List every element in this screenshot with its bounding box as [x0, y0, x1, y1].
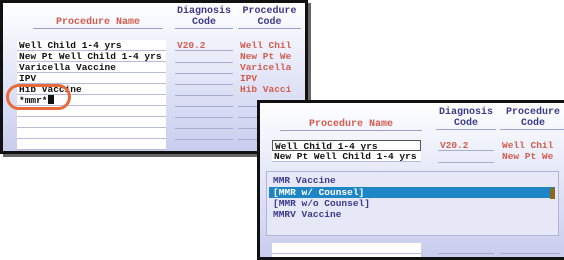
- procedure-name-field[interactable]: [17, 139, 166, 150]
- procedure-code-field[interactable]: Varicella: [238, 62, 304, 73]
- procedure-code-field[interactable]: IPV: [238, 73, 304, 84]
- autocomplete-list: MMR Vaccine [MMR w/ Counsel] [MMR w/o Co…: [266, 171, 559, 236]
- diagnosis-code-header: Diagnosis Code: [436, 107, 496, 130]
- procedure-code-field[interactable]: Well Chil: [238, 40, 304, 51]
- diagnosis-code-field[interactable]: [438, 162, 494, 163]
- scrollbar-thumb[interactable]: [550, 188, 555, 199]
- procedure-name-header: Procedure Name: [33, 17, 163, 29]
- list-item-mmrv-vaccine[interactable]: MMRV Vaccine: [273, 209, 341, 220]
- procedure-code-field[interactable]: New Pt We: [500, 151, 564, 162]
- procedure-code-header: Procedure Code: [500, 107, 564, 130]
- diagnosis-code-header: Diagnosis Code: [175, 6, 233, 29]
- list-item-mmr-vaccine[interactable]: MMR Vaccine: [273, 175, 336, 186]
- procedure-lookup-panel: Procedure Name Diagnosis Code Procedure …: [257, 100, 564, 260]
- procedure-name-field[interactable]: Well Child 1-4 yrs: [272, 140, 421, 151]
- procedure-name-header: Procedure Name: [280, 119, 422, 131]
- highlight-oval: [6, 84, 71, 110]
- procedure-name-field[interactable]: Varicella Vaccine: [17, 62, 166, 73]
- procedure-name-field[interactable]: [272, 254, 421, 257]
- diagnosis-code-field[interactable]: V20.2: [175, 40, 233, 51]
- diagnosis-code-field[interactable]: [175, 73, 233, 74]
- procedure-code-field[interactable]: New Pt We: [238, 51, 304, 62]
- procedure-code-field[interactable]: Hib Vacci: [238, 84, 304, 95]
- procedure-code-header: Procedure Code: [238, 6, 301, 29]
- procedure-name-field[interactable]: [272, 243, 421, 254]
- diagnosis-code-field[interactable]: [175, 128, 233, 129]
- diagnosis-code-field[interactable]: [175, 62, 233, 63]
- list-item-mmr-wo-counsel[interactable]: [MMR w/o Counsel]: [273, 198, 370, 209]
- diagnosis-code-field[interactable]: [175, 95, 233, 96]
- diagnosis-code-field[interactable]: [175, 84, 233, 85]
- diagnosis-code-field[interactable]: [175, 139, 233, 140]
- diagnosis-code-field[interactable]: [438, 253, 494, 254]
- diagnosis-code-field[interactable]: [175, 106, 233, 107]
- diagnosis-code-field[interactable]: [175, 117, 233, 118]
- list-item-mmr-w-counsel[interactable]: [MMR w/ Counsel]: [269, 187, 555, 198]
- procedure-name-field[interactable]: [17, 117, 166, 128]
- procedure-code-field[interactable]: Well Chil: [500, 140, 564, 151]
- procedure-name-field[interactable]: Well Child 1-4 yrs: [17, 40, 166, 51]
- procedure-code-field[interactable]: [500, 253, 560, 254]
- procedure-name-field[interactable]: [17, 128, 166, 139]
- diagnosis-code-field[interactable]: V20.2: [438, 140, 494, 151]
- procedure-name-field[interactable]: IPV: [17, 73, 166, 84]
- procedure-name-field[interactable]: New Pt Well Child 1-4 yrs: [272, 151, 421, 162]
- procedure-name-field[interactable]: New Pt Well Child 1-4 yrs: [17, 51, 166, 62]
